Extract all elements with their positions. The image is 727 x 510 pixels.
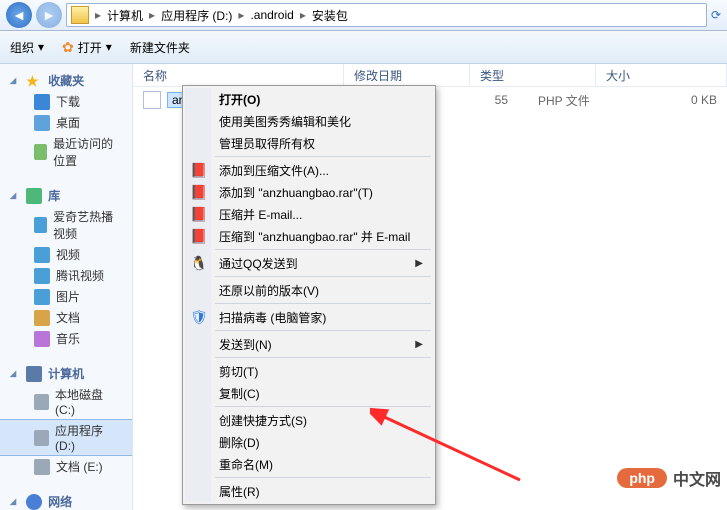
crumb-current[interactable]: 安装包 [308,7,352,24]
nav-back-button[interactable]: ◄ [6,2,32,28]
col-type[interactable]: 类型 [470,64,596,86]
explorer-window: ◄ ► ▸ 计算机 ▸ 应用程序 (D:) ▸ .android ▸ 安装包 ⟳… [0,0,727,510]
qq-icon: 🐧 [190,254,208,272]
php-pill: php [617,468,667,488]
column-headers: 名称 修改日期 类型 大小 [133,64,727,87]
annotation-arrow [370,370,530,490]
toolbar: 组织 ▾ ✿ 打开 ▾ 新建文件夹 [0,31,727,64]
folder-icon [71,6,89,24]
nav-aiqiyi[interactable]: 爱奇艺热播视频 [0,206,132,244]
nav-downloads[interactable]: 下载 [0,91,132,112]
nav-favorites[interactable]: ★收藏夹 [0,70,132,91]
file-date-suffix: 55 [468,93,508,107]
nav-desktop[interactable]: 桌面 [0,112,132,133]
nav-video[interactable]: 视频 [0,244,132,265]
crumb-computer[interactable]: 计算机 [103,7,147,24]
nav-recent[interactable]: 最近访问的位置 [0,133,132,171]
file-icon [143,91,161,109]
nav-computer[interactable]: 计算机 [0,363,132,384]
open-icon: ✿ [62,39,74,56]
file-type: PHP 文件 [508,92,653,109]
ctx-emailrar[interactable]: 📕压缩到 "anzhuangbao.rar" 并 E-mail [185,225,433,247]
rar-icon: 📕 [190,183,208,201]
shield-icon: 🛡 [190,308,208,326]
crumb-android[interactable]: .android [246,8,297,22]
rar-icon: 📕 [190,161,208,179]
newfolder-button[interactable]: 新建文件夹 [130,39,190,56]
ctx-restore[interactable]: 还原以前的版本(V) [185,279,433,301]
nav-tencent[interactable]: 腾讯视频 [0,265,132,286]
nav-drive-c[interactable]: 本地磁盘 (C:) [0,384,132,419]
nav-drive-e[interactable]: 文档 (E:) [0,456,132,477]
ctx-compress[interactable]: 📕添加到压缩文件(A)... [185,159,433,181]
ctx-addtorar[interactable]: 📕添加到 "anzhuangbao.rar"(T) [185,181,433,203]
rar-icon: 📕 [190,227,208,245]
watermark-text: 中文网 [673,466,721,490]
ctx-sendto[interactable]: 发送到(N)▶ [185,333,433,355]
nav-libraries[interactable]: 库 [0,185,132,206]
address-bar: ◄ ► ▸ 计算机 ▸ 应用程序 (D:) ▸ .android ▸ 安装包 ⟳ [0,0,727,31]
crumb-drive-d[interactable]: 应用程序 (D:) [157,7,236,24]
nav-music[interactable]: 音乐 [0,328,132,349]
ctx-meitu[interactable]: 使用美图秀秀编辑和美化 [185,110,433,132]
rar-icon: 📕 [190,205,208,223]
nav-pane: ★收藏夹 下载 桌面 最近访问的位置 库 爱奇艺热播视频 视频 腾讯视频 图片 … [0,64,133,510]
watermark: php 中文网 [617,466,721,490]
nav-pictures[interactable]: 图片 [0,286,132,307]
col-name[interactable]: 名称 [133,64,344,86]
breadcrumb-box[interactable]: ▸ 计算机 ▸ 应用程序 (D:) ▸ .android ▸ 安装包 [66,3,707,27]
ctx-qq[interactable]: 🐧通过QQ发送到▶ [185,252,433,274]
refresh-icon[interactable]: ⟳ [711,8,721,22]
col-size[interactable]: 大小 [596,64,727,86]
nav-network[interactable]: 网络 [0,491,132,510]
open-button[interactable]: ✿ 打开 ▾ [62,39,112,56]
col-date[interactable]: 修改日期 [344,64,470,86]
nav-docs[interactable]: 文档 [0,307,132,328]
ctx-admin[interactable]: 管理员取得所有权 [185,132,433,154]
ctx-emailzip[interactable]: 📕压缩并 E-mail... [185,203,433,225]
file-size: 0 KB [653,93,727,107]
ctx-open[interactable]: 打开(O) [185,88,433,110]
organize-button[interactable]: 组织 ▾ [10,39,44,56]
nav-fwd-button[interactable]: ► [36,2,62,28]
ctx-scan[interactable]: 🛡扫描病毒 (电脑管家) [185,306,433,328]
nav-drive-d[interactable]: 应用程序 (D:) [0,419,132,456]
